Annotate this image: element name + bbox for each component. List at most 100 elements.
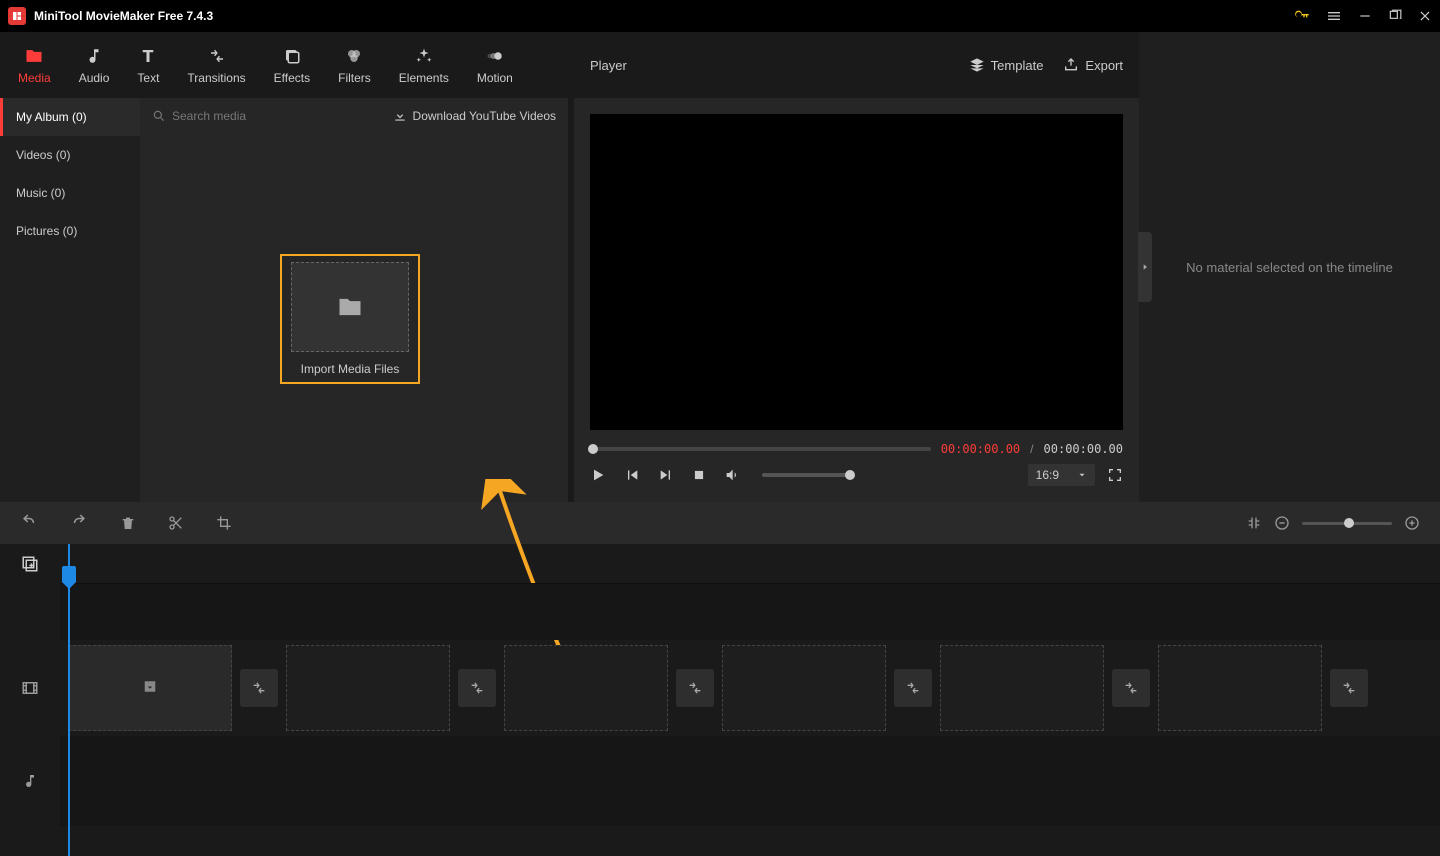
audio-track-icon <box>0 736 60 826</box>
tab-text[interactable]: Text <box>123 37 173 93</box>
clip-slot[interactable] <box>504 645 668 731</box>
fullscreen-button[interactable] <box>1107 467 1123 483</box>
tab-label: Effects <box>274 71 310 85</box>
minimize-icon[interactable] <box>1358 9 1372 23</box>
tab-transitions[interactable]: Transitions <box>173 37 259 93</box>
folder-icon <box>24 45 44 67</box>
maximize-icon[interactable] <box>1388 9 1402 23</box>
layers-icon <box>969 57 985 73</box>
auto-fit-button[interactable] <box>1246 515 1262 531</box>
transitions-icon <box>208 45 226 67</box>
video-preview[interactable] <box>590 114 1123 430</box>
transition-slot[interactable] <box>1112 669 1150 707</box>
player-title: Player <box>590 58 969 73</box>
export-button[interactable]: Export <box>1063 57 1123 73</box>
effects-icon <box>283 45 301 67</box>
download-youtube-link[interactable]: Download YouTube Videos <box>393 109 556 123</box>
inspector-panel: No material selected on the timeline <box>1139 32 1440 502</box>
tab-elements[interactable]: Elements <box>385 37 463 93</box>
time-current: 00:00:00.00 <box>941 442 1020 456</box>
media-sidebar: My Album (0) Videos (0) Music (0) Pictur… <box>0 98 140 502</box>
video-track[interactable] <box>60 640 1440 736</box>
transition-slot[interactable] <box>458 669 496 707</box>
transition-slot[interactable] <box>894 669 932 707</box>
tab-media[interactable]: Media <box>4 37 65 93</box>
undo-button[interactable] <box>20 514 38 532</box>
export-label: Export <box>1085 58 1123 73</box>
tab-effects[interactable]: Effects <box>260 37 324 93</box>
chevron-down-icon <box>1077 470 1087 480</box>
tab-label: Motion <box>477 71 513 85</box>
time-separator: / <box>1030 442 1033 456</box>
transition-slot[interactable] <box>676 669 714 707</box>
close-icon[interactable] <box>1418 9 1432 23</box>
audio-track[interactable] <box>60 736 1440 826</box>
sidebar-item-music[interactable]: Music (0) <box>0 174 140 212</box>
play-button[interactable] <box>590 467 606 483</box>
filters-icon <box>345 45 363 67</box>
transition-slot[interactable] <box>1330 669 1368 707</box>
search-input[interactable] <box>172 109 332 123</box>
zoom-out-button[interactable] <box>1274 515 1290 531</box>
tab-label: Media <box>18 71 51 85</box>
aspect-value: 16:9 <box>1036 468 1059 482</box>
titlebar: MiniTool MovieMaker Free 7.4.3 <box>0 0 1440 32</box>
redo-button[interactable] <box>70 514 88 532</box>
inspector-collapse-handle[interactable] <box>1138 232 1152 302</box>
split-button[interactable] <box>168 515 184 531</box>
volume-slider[interactable] <box>762 473 852 477</box>
zoom-slider[interactable] <box>1302 522 1392 525</box>
import-label: Import Media Files <box>301 362 400 376</box>
template-label: Template <box>991 58 1044 73</box>
hamburger-menu-icon[interactable] <box>1326 8 1342 24</box>
clip-slot[interactable] <box>722 645 886 731</box>
player-progress-bar[interactable] <box>590 447 931 451</box>
aspect-ratio-select[interactable]: 16:9 <box>1028 464 1095 486</box>
tab-label: Elements <box>399 71 449 85</box>
tab-audio[interactable]: Audio <box>65 37 124 93</box>
search-icon <box>152 109 166 123</box>
player-panel: Player Template Export 00:00:00.00 / 00:… <box>574 32 1139 502</box>
sidebar-item-pictures[interactable]: Pictures (0) <box>0 212 140 250</box>
clip-slot[interactable] <box>286 645 450 731</box>
next-frame-button[interactable] <box>658 467 674 483</box>
timeline-toolbar <box>0 502 1440 544</box>
motion-icon <box>486 45 504 67</box>
app-title: MiniTool MovieMaker Free 7.4.3 <box>34 9 1294 23</box>
media-content: Download YouTube Videos Import Media Fil… <box>140 98 568 502</box>
template-button[interactable]: Template <box>969 57 1044 73</box>
music-note-icon <box>85 45 103 67</box>
timeline-ruler[interactable] <box>60 544 1440 584</box>
upgrade-key-icon[interactable] <box>1294 8 1310 24</box>
transition-slot[interactable] <box>240 669 278 707</box>
overlay-track[interactable] <box>60 584 1440 640</box>
sidebar-item-videos[interactable]: Videos (0) <box>0 136 140 174</box>
clip-slot[interactable] <box>1158 645 1322 731</box>
tab-label: Text <box>137 71 159 85</box>
time-total: 00:00:00.00 <box>1044 442 1123 456</box>
tab-motion[interactable]: Motion <box>463 37 527 93</box>
clip-slot[interactable] <box>940 645 1104 731</box>
clip-slot[interactable] <box>68 645 232 731</box>
tab-filters[interactable]: Filters <box>324 37 385 93</box>
download-label: Download YouTube Videos <box>413 109 556 123</box>
zoom-in-button[interactable] <box>1404 515 1420 531</box>
add-track-button[interactable] <box>0 544 60 584</box>
sparkle-icon <box>415 45 433 67</box>
playhead[interactable] <box>68 544 70 856</box>
library-panel: Media Audio Text Transitions Effects Fil… <box>0 32 568 502</box>
sidebar-item-my-album[interactable]: My Album (0) <box>0 98 140 136</box>
stop-button[interactable] <box>692 468 706 482</box>
library-tabs: Media Audio Text Transitions Effects Fil… <box>0 32 568 98</box>
search-wrap <box>152 109 385 123</box>
volume-button[interactable] <box>724 467 740 483</box>
app-logo <box>8 7 26 25</box>
delete-button[interactable] <box>120 515 136 531</box>
prev-frame-button[interactable] <box>624 467 640 483</box>
import-media-button[interactable]: Import Media Files <box>280 254 420 384</box>
tab-label: Filters <box>338 71 371 85</box>
tab-label: Audio <box>79 71 110 85</box>
folder-icon <box>336 293 364 321</box>
crop-button[interactable] <box>216 515 232 531</box>
inspector-empty-text: No material selected on the timeline <box>1186 260 1393 275</box>
